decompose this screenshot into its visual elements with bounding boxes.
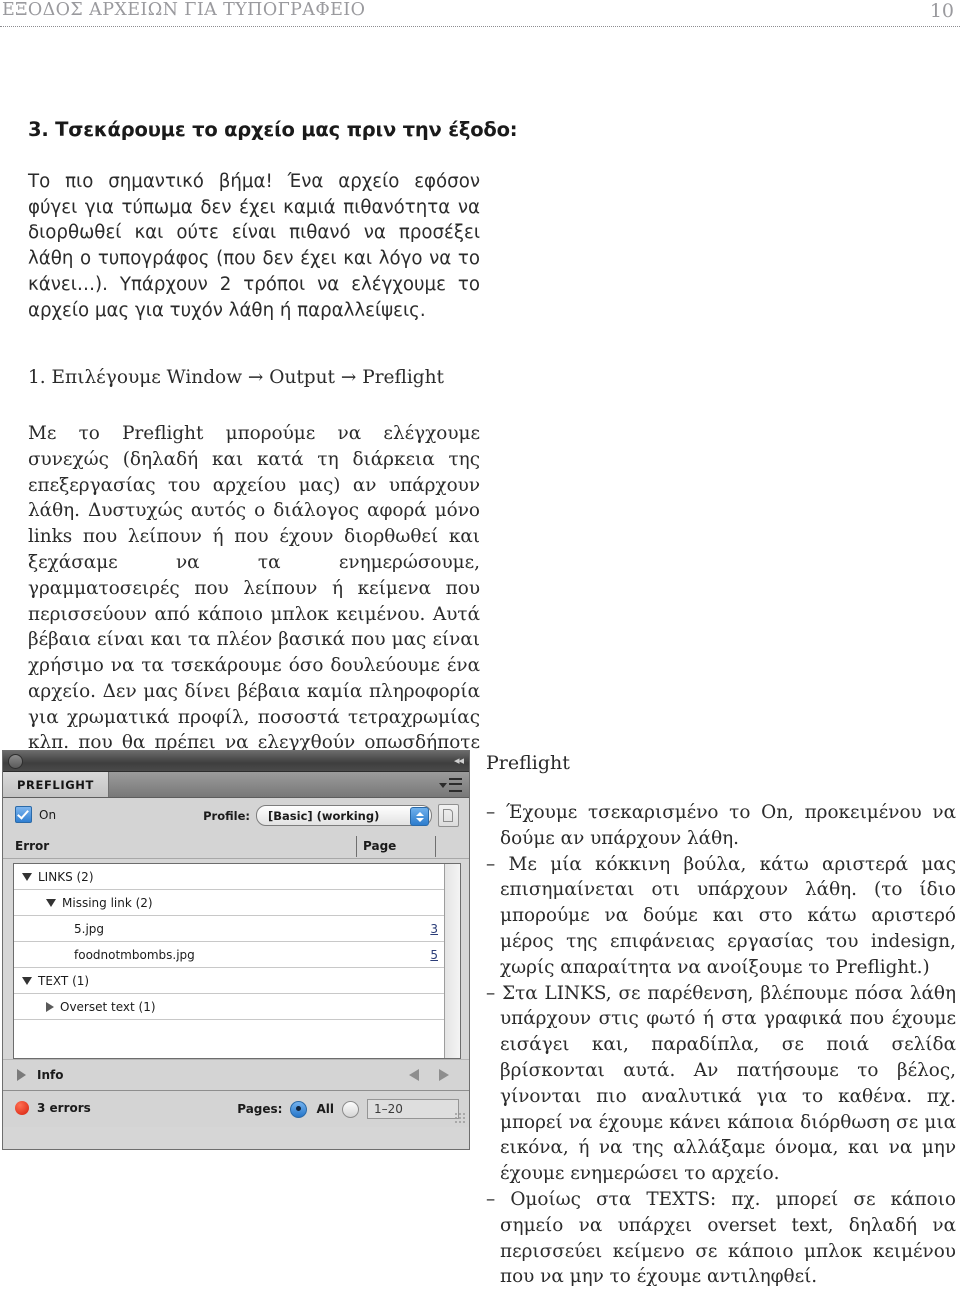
info-disclosure-icon[interactable] (17, 1069, 26, 1081)
status-bar: 3 errors Pages: All 1–20 (3, 1090, 469, 1127)
running-head: ΕΞΟΔΟΣ ΑΡΧΕΙΩΝ ΓΙΑ ΤΥΠΟΓΡΑΦΕΙΟ 10 (0, 0, 960, 30)
tree-row[interactable]: foodnotmbombs.jpg 5 (14, 942, 460, 968)
preflight-panel: ◂◂ PREFLIGHT On Profile: [Basic] (workin… (2, 750, 470, 1150)
previous-error-icon[interactable] (409, 1069, 419, 1081)
note-item: Στα LINKS, σε παρέθενση, βλέπουμε πόσα λ… (486, 981, 956, 1187)
notes-list: Έχουμε τσεκαρισμένο το On, προκειμένου ν… (486, 800, 956, 1290)
profile-label: Profile: (203, 808, 250, 823)
resize-grip[interactable] (454, 1112, 466, 1124)
tree-row[interactable]: Overset text (1) (14, 994, 460, 1020)
right-notes-column: Preflight Έχουμε τσεκαρισμένο το On, προ… (486, 752, 956, 1290)
column-header-error: Error (15, 839, 50, 853)
tree-row-label: Overset text (1) (60, 999, 156, 1014)
triangle-down-icon[interactable] (46, 898, 56, 907)
tree-row-label: LINKS (2) (38, 869, 94, 884)
tree-scrollbar[interactable] (444, 864, 460, 1058)
chevron-down-icon (439, 782, 447, 788)
section-heading: 3. Τσεκάρουμε το αρχείο μας πριν την έξο… (28, 118, 518, 141)
panel-collapse-icon[interactable] (8, 754, 23, 769)
info-label: Info (37, 1068, 64, 1082)
tab-preflight[interactable]: PREFLIGHT (3, 772, 109, 797)
panel-tabstrip: PREFLIGHT (3, 772, 469, 798)
embed-profile-icon[interactable] (438, 804, 459, 827)
pages-scope-group: Pages: All 1–20 (237, 1099, 459, 1119)
tree-row[interactable]: Missing link (2) (14, 890, 460, 916)
column-divider-2[interactable] (435, 836, 436, 857)
panel-menu-icon[interactable] (439, 778, 462, 792)
tree-row-label: foodnotmbombs.jpg (74, 947, 195, 962)
note-item: Με μία κόκκινη βούλα, κάτω αριστερά μας … (486, 852, 956, 981)
tree-row-label: 5.jpg (74, 921, 105, 936)
radio-pages-all[interactable] (290, 1100, 308, 1118)
step-one-instruction: 1. Επιλέγουμε Window → Output → Prefligh… (28, 367, 444, 389)
on-checkbox[interactable] (15, 806, 32, 823)
triangle-down-icon[interactable] (22, 976, 32, 985)
error-tree[interactable]: LINKS (2) Missing link (2) 5.jpg 3 foodnotmb… (13, 863, 461, 1059)
intro-paragraph: Το πιο σημαντικό βήμα! Ένα αρχείο εφόσον… (28, 171, 480, 321)
error-dot-icon (15, 1101, 29, 1115)
profile-stepper-icon[interactable] (410, 807, 429, 826)
panel-controls-row: On Profile: [Basic] (working) (3, 798, 469, 834)
preflight-description-paragraph: Με το Preflight μπορούμε να ελέγχουμε συ… (28, 422, 480, 779)
radio-pages-range[interactable] (342, 1100, 359, 1118)
tree-row-page[interactable]: 3 (430, 922, 438, 936)
page-range-input[interactable]: 1–20 (367, 1099, 459, 1119)
tree-row[interactable]: 5.jpg 3 (14, 916, 460, 942)
error-count-label: 3 errors (37, 1101, 91, 1115)
on-toggle-group[interactable]: On (15, 806, 56, 823)
column-header-page: Page (363, 839, 397, 853)
note-item: Ομοίως στα TEXTS: πχ. μπορεί σε κάποιο σ… (486, 1187, 956, 1290)
tab-preflight-label: PREFLIGHT (17, 777, 94, 792)
radio-pages-all-label: All (316, 1102, 334, 1116)
list-column-headers: Error Page (3, 834, 469, 859)
tree-row-page[interactable]: 5 (430, 948, 438, 962)
triangle-down-icon[interactable] (22, 872, 32, 881)
page-number: 10 (929, 0, 954, 22)
tree-row-label: Missing link (2) (62, 895, 153, 910)
on-label: On (39, 807, 57, 822)
chevron-up-icon (415, 811, 424, 816)
tree-row[interactable]: TEXT (1) (14, 968, 460, 994)
profile-group: Profile: [Basic] (working) (203, 804, 459, 827)
pages-label: Pages: (237, 1102, 283, 1116)
figure-caption: Preflight (486, 752, 570, 774)
profile-selected-value: [Basic] (working) (268, 808, 380, 823)
error-status: 3 errors (15, 1101, 91, 1115)
triangle-right-icon[interactable] (46, 1001, 54, 1012)
chevron-down-icon (415, 817, 424, 822)
note-item: Έχουμε τσεκαρισμένο το On, προκειμένου ν… (486, 800, 956, 852)
collapse-to-icons-icon[interactable]: ◂◂ (454, 755, 464, 766)
next-error-icon[interactable] (439, 1069, 449, 1081)
tree-row[interactable]: LINKS (2) (14, 864, 460, 890)
running-head-title: ΕΞΟΔΟΣ ΑΡΧΕΙΩΝ ΓΙΑ ΤΥΠΟΓΡΑΦΕΙΟ (2, 0, 366, 20)
column-divider-1[interactable] (356, 836, 357, 857)
left-text-column: 3. Τσεκάρουμε το αρχείο μας πριν την έξο… (28, 118, 518, 782)
profile-select[interactable]: [Basic] (working) (256, 805, 432, 826)
info-bar: Info (3, 1059, 469, 1090)
header-divider-rule (0, 26, 960, 27)
tree-row-label: TEXT (1) (38, 973, 90, 988)
panel-titlebar[interactable]: ◂◂ (3, 751, 469, 772)
hamburger-icon (449, 778, 462, 792)
